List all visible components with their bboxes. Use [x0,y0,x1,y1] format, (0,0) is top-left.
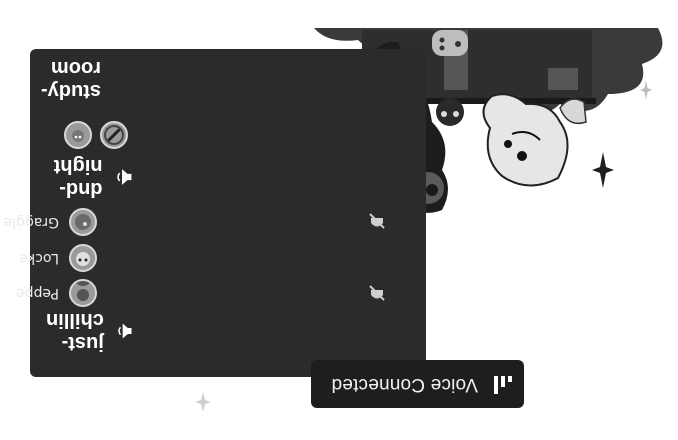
member-name: Locke [18,250,59,266]
speaker-icon [117,169,132,185]
channel-avatars [64,121,128,149]
voice-channel-panel: just-chillin Peppe Locke Graggle dnd-nig… [4,49,426,377]
controller-icon [432,30,468,56]
voice-channels-window: just-chillin Peppe Locke Graggle dnd-nig… [0,0,678,440]
voice-member[interactable]: Graggle [4,207,97,237]
voice-member[interactable]: Locke [19,243,97,273]
avatar[interactable] [100,121,128,149]
channel-name: just-chillin [46,309,104,354]
speaker-icon [118,323,132,339]
voice-member[interactable]: Peppe [16,278,97,308]
channel-name: study-room [41,57,101,102]
sparkle-icon [640,80,652,100]
voice-channel-study-room[interactable]: study-room [30,57,101,102]
avatar [69,279,97,307]
voice-status: Voice Connected [331,374,478,395]
avatar [69,244,97,272]
sparkle-icon [195,392,211,412]
member-name: Peppe [16,285,59,301]
channel-name: dnd-night [53,155,103,200]
voice-channel-dnd-night[interactable]: dnd-night [30,155,133,200]
muted-icon [369,213,385,229]
voice-connected-bar[interactable]: Voice Connected [311,360,524,408]
building-window [548,68,578,90]
small-face [436,98,464,126]
avatar[interactable] [64,121,92,149]
voice-channel-just-chillin[interactable]: just-chillin [30,309,133,354]
signal-bars-icon [494,376,512,394]
sparkle-icon [592,152,614,188]
avatar [69,208,97,236]
muted-icon [369,285,385,301]
member-name: Graggle [3,214,59,230]
